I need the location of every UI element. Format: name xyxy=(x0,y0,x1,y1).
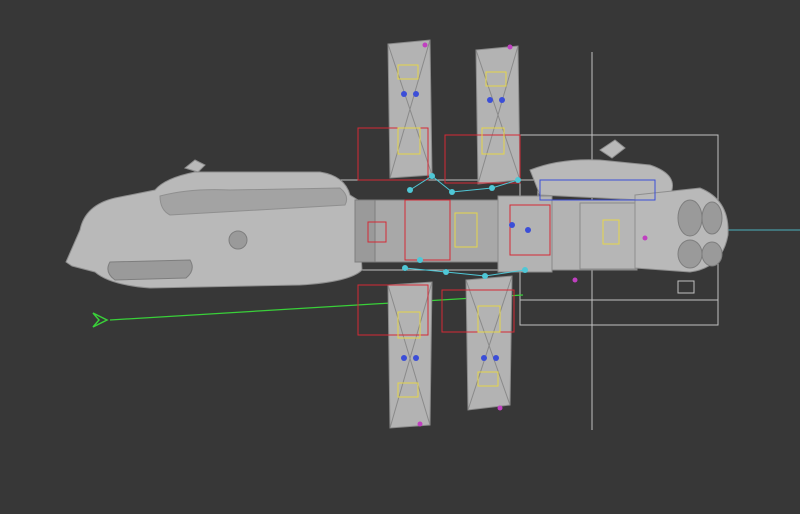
camera-gizmo[interactable] xyxy=(92,294,524,328)
solar-panel-lower-left[interactable] xyxy=(387,281,433,429)
solar-panel-upper-left[interactable] xyxy=(387,39,433,179)
ship-front-hull[interactable] xyxy=(65,159,376,289)
3d-viewport[interactable] xyxy=(0,0,800,514)
camera-target-line xyxy=(109,294,524,321)
solar-panel-upper-right[interactable] xyxy=(475,45,521,185)
camera-frustum-icon[interactable] xyxy=(92,312,109,328)
small-locator-box[interactable] xyxy=(677,280,695,294)
solar-panel-lower-right[interactable] xyxy=(465,275,513,411)
scene-canvas[interactable] xyxy=(0,0,800,514)
ship-central-truss[interactable] xyxy=(374,195,638,273)
